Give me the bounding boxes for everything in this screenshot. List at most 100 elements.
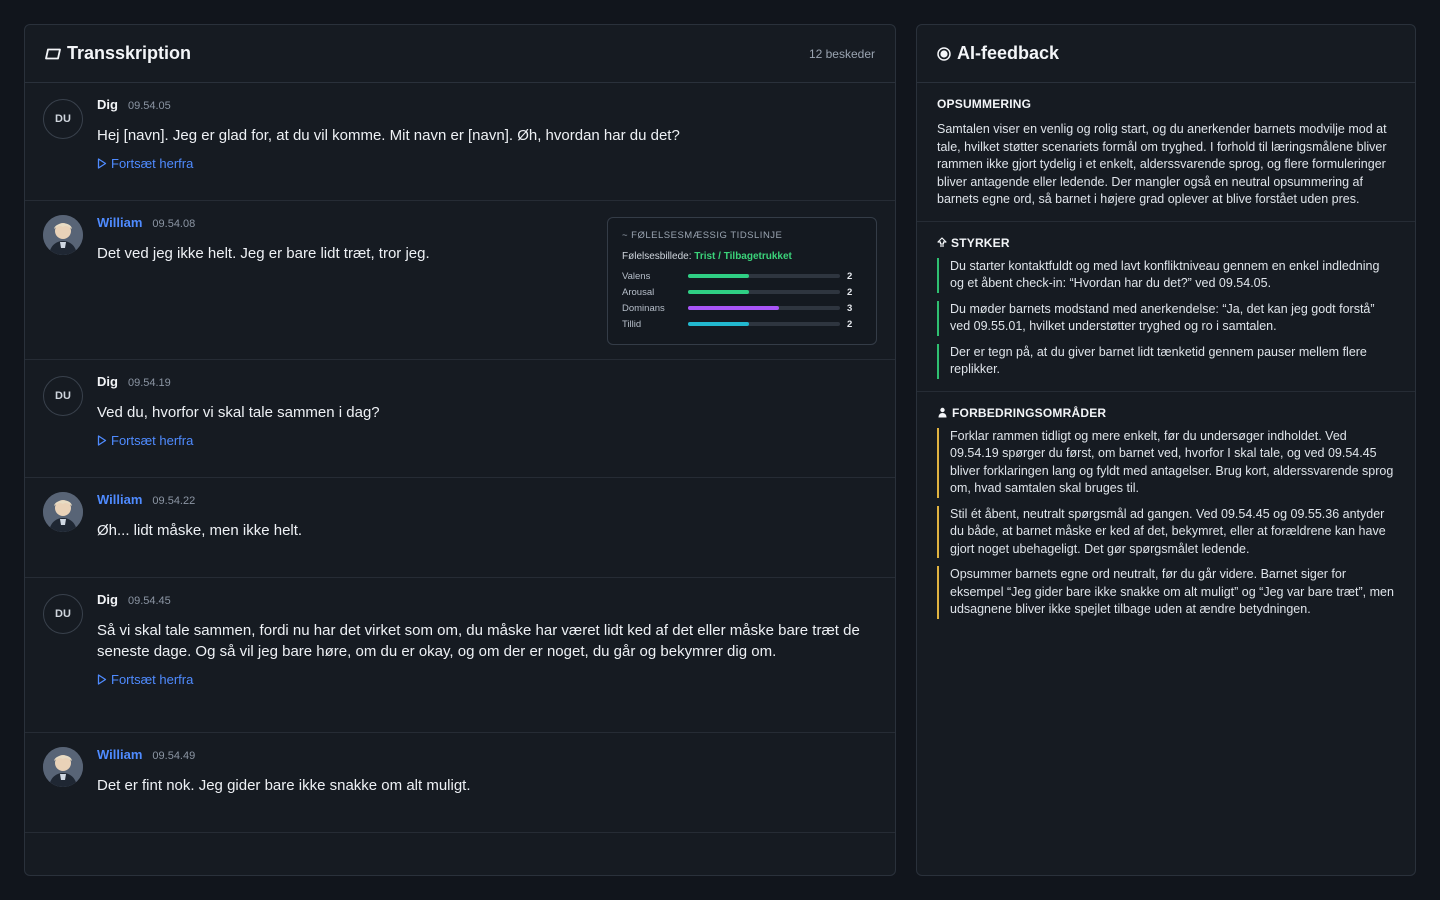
avatar-du: DU xyxy=(43,376,83,416)
message-sender: Dig xyxy=(97,97,118,112)
message-sender: Dig xyxy=(97,374,118,389)
message-time: 09.54.19 xyxy=(127,377,171,389)
continue-from-here-button[interactable]: Fortsæt herfra xyxy=(97,672,193,687)
transcript-icon xyxy=(45,48,61,60)
transcript-title-group: Transskription xyxy=(45,43,191,64)
emotion-bar-track xyxy=(688,322,840,326)
improvement-item: Opsummer barnets egne ord neutralt, før … xyxy=(937,566,1395,619)
message-text: Ved du, hvorfor vi skal tale sammen i da… xyxy=(97,404,380,421)
avatar-du: DU xyxy=(43,99,83,139)
emotion-row-value: 2 xyxy=(847,270,853,282)
continue-label: Fortsæt herfra xyxy=(111,156,194,171)
message-time: 09.54.49 xyxy=(152,750,196,762)
emotion-row-label: Valens xyxy=(622,270,651,282)
message-body: William 09.54.49 Det er fint nok. Jeg gi… xyxy=(97,747,875,832)
message-body: Dig 09.54.05 Hej [navn]. Jeg er glad for… xyxy=(97,97,875,200)
message-text: Det er fint nok. Jeg gider bare ikke sna… xyxy=(97,777,471,794)
avatar-william xyxy=(43,492,83,532)
avatar-william xyxy=(43,747,83,787)
message-text: Så vi skal tale sammen, fordi nu har det… xyxy=(97,622,860,660)
emotion-row: Arousal 2 xyxy=(622,284,862,300)
emotion-picture-value: Trist / Tilbagetrukket xyxy=(694,251,792,262)
emotion-row: Valens 2 xyxy=(622,268,862,284)
strengths-section: STYRKER Du starter kontaktfuldt og med l… xyxy=(917,222,1415,392)
summary-heading: OPSUMMERING xyxy=(937,97,1032,111)
transcript-title: Transskription xyxy=(67,43,192,63)
message-item: William 09.54.08 Det ved jeg ikke helt. … xyxy=(25,201,895,360)
emotion-rows: Valens 2 Arousal 2 Dominans 3 Tillid 2 xyxy=(622,268,862,332)
strengths-heading: STYRKER xyxy=(951,235,1010,250)
feedback-header: AI-feedback xyxy=(917,25,1415,83)
message-body: Dig 09.54.45 Så vi skal tale sammen, for… xyxy=(97,592,875,732)
child-avatar-image xyxy=(43,747,83,787)
play-icon xyxy=(97,435,107,446)
message-item: William 09.54.22 Øh... lidt måske, men i… xyxy=(25,478,895,578)
emotion-picture-label: Følelsesbillede: xyxy=(622,251,692,262)
message-item: DU Dig 09.54.05 Hej [navn]. Jeg er glad … xyxy=(25,83,895,201)
child-avatar-image xyxy=(43,215,83,255)
message-count: 12 beskeder xyxy=(808,46,875,61)
emotion-bar-fill xyxy=(688,306,780,310)
emotion-bar-track xyxy=(688,290,840,294)
ai-feedback-panel: AI-feedback OPSUMMERING Samtalen viser e… xyxy=(916,24,1416,876)
feedback-title: AI-feedback xyxy=(957,43,1060,63)
transcript-panel: Transskription 12 beskeder DU Dig 09.54.… xyxy=(24,24,896,876)
improvement-item: Stil ét åbent, neutralt spørgsmål ad gan… xyxy=(937,505,1395,558)
strength-item: Der er tegn på, at du giver barnet lidt … xyxy=(937,343,1395,379)
emotion-bar-fill xyxy=(688,322,749,326)
emotion-row-label: Tillid xyxy=(622,318,642,330)
message-header: William 09.54.22 xyxy=(97,492,875,510)
continue-label: Fortsæt herfra xyxy=(111,433,194,448)
message-time: 09.54.45 xyxy=(127,595,171,607)
message-header: Dig 09.54.19 xyxy=(97,374,875,392)
emotion-bar-fill xyxy=(688,274,749,278)
message-item: William 09.54.49 Det er fint nok. Jeg gi… xyxy=(25,733,895,833)
emotion-bar-track xyxy=(688,306,840,310)
message-body: Dig 09.54.19 Ved du, hvorfor vi skal tal… xyxy=(97,374,875,477)
strengths-heading-row: STYRKER xyxy=(937,236,1395,250)
message-header: Dig 09.54.45 xyxy=(97,592,875,610)
play-icon xyxy=(97,674,107,685)
strength-item: Du starter kontaktfuldt og med lavt konf… xyxy=(937,257,1395,293)
child-avatar-image xyxy=(43,492,83,532)
transcript-header: Transskription 12 beskeder xyxy=(25,25,895,83)
ai-icon xyxy=(937,46,951,61)
message-body: William 09.54.22 Øh... lidt måske, men i… xyxy=(97,492,875,577)
summary-text: Samtalen viser en venlig og rolig start,… xyxy=(937,122,1387,206)
message-header: William 09.54.49 xyxy=(97,747,875,765)
message-sender[interactable]: William xyxy=(97,215,142,230)
emotion-row-value: 2 xyxy=(847,318,853,330)
message-time: 09.54.22 xyxy=(152,495,196,507)
emotion-picture: Følelsesbillede: Trist / Tilbagetrukket xyxy=(622,251,862,262)
message-text: Hej [navn]. Jeg er glad for, at du vil k… xyxy=(97,127,680,144)
emotion-row-value: 3 xyxy=(847,302,853,314)
emotion-timeline-card: ~ FØLELSESMÆSSIG TIDSLINJE Følelsesbille… xyxy=(607,217,877,345)
message-item: DU Dig 09.54.45 Så vi skal tale sammen, … xyxy=(25,578,895,733)
strength-item: Du møder barnets modstand med anerkendel… xyxy=(937,300,1395,336)
feedback-title-group: AI-feedback xyxy=(937,43,1059,64)
emotion-row: Tillid 2 xyxy=(622,316,862,332)
improvements-heading: FORBEDRINGSOMRÅDER xyxy=(952,405,1107,420)
message-time: 09.54.08 xyxy=(152,218,196,230)
message-sender[interactable]: William xyxy=(97,747,142,762)
play-icon xyxy=(97,158,107,169)
message-text: Øh... lidt måske, men ikke helt. xyxy=(97,522,303,539)
strength-icon xyxy=(937,237,947,247)
avatar-du: DU xyxy=(43,594,83,634)
improvements-section: FORBEDRINGSOMRÅDER Forklar rammen tidlig… xyxy=(917,392,1415,631)
message-header: Dig 09.54.05 xyxy=(97,97,875,115)
emotion-bar-track xyxy=(688,274,840,278)
emotion-bar-fill xyxy=(688,290,749,294)
emotion-row-value: 2 xyxy=(847,286,853,298)
emotion-row: Dominans 3 xyxy=(622,300,862,316)
message-item: DU Dig 09.54.19 Ved du, hvorfor vi skal … xyxy=(25,360,895,478)
message-time: 09.54.05 xyxy=(127,100,171,112)
person-icon xyxy=(938,407,947,418)
continue-from-here-button[interactable]: Fortsæt herfra xyxy=(97,156,193,171)
message-sender[interactable]: William xyxy=(97,492,142,507)
emotion-timeline-title: ~ FØLELSESMÆSSIG TIDSLINJE xyxy=(622,230,783,241)
continue-from-here-button[interactable]: Fortsæt herfra xyxy=(97,433,193,448)
emotion-row-label: Arousal xyxy=(622,286,655,298)
improvements-heading-row: FORBEDRINGSOMRÅDER xyxy=(937,406,1395,420)
message-sender: Dig xyxy=(97,592,118,607)
